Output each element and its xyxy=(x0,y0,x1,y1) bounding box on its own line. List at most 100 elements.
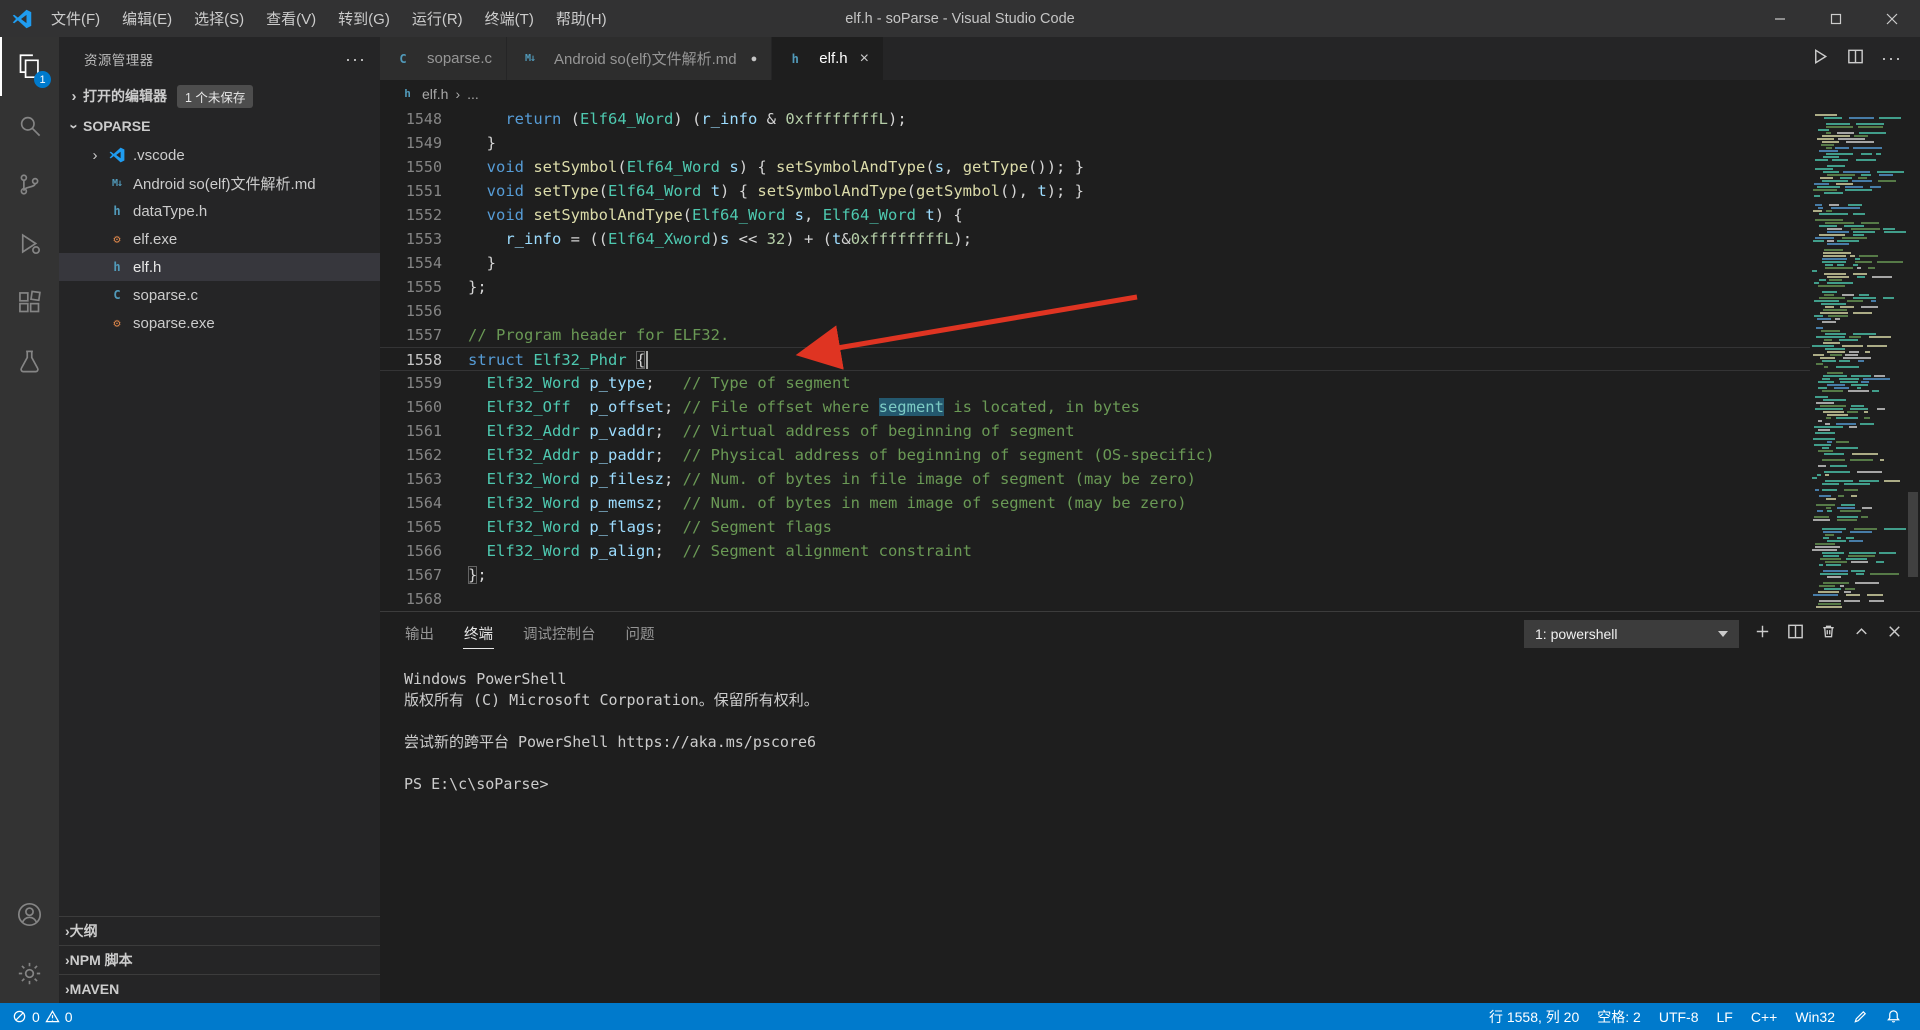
terminal-output[interactable]: Windows PowerShell 版权所有 (C) Microsoft Cor… xyxy=(380,655,1920,1003)
code-token: is located, in bytes xyxy=(943,398,1140,416)
cursor-position[interactable]: 行 1558, 列 20 xyxy=(1480,1007,1588,1027)
menu-item[interactable]: 运行(R) xyxy=(401,0,474,37)
minimap-row xyxy=(1810,600,1906,602)
code-token: Elf32_Off xyxy=(486,398,571,416)
explorer-more-actions-icon[interactable]: ··· xyxy=(345,49,366,70)
menu-item[interactable]: 转到(G) xyxy=(327,0,401,37)
indentation[interactable]: 空格: 2 xyxy=(1588,1007,1650,1027)
minimap[interactable] xyxy=(1810,107,1906,611)
editor-tab-2[interactable]: M↓ Android so(elf)文件解析.md ● xyxy=(507,37,773,80)
explorer-title: 资源管理器 xyxy=(84,53,154,68)
tabs-container: Csoparse.c M↓ Android so(elf)文件解析.md ● h elf.… xyxy=(380,37,884,80)
panel-tab-3[interactable]: 调试控制台 xyxy=(522,619,597,649)
new-terminal-icon[interactable] xyxy=(1753,622,1772,646)
file-tree-item[interactable]: Csoparse.c xyxy=(59,281,380,309)
close-window-button[interactable] xyxy=(1864,0,1920,37)
code-line: 1559 Elf32_Word p_type; // Type of segme… xyxy=(380,371,1810,395)
breadcrumb-more[interactable]: ... xyxy=(467,86,479,102)
minimap-row xyxy=(1810,531,1906,533)
code-editor[interactable]: 1548 return (Elf64_Word) (r_info & 0xfff… xyxy=(380,107,1920,611)
encoding[interactable]: UTF-8 xyxy=(1650,1009,1708,1025)
source-control-icon[interactable] xyxy=(0,155,59,214)
file-tree-item[interactable]: h dataType.h xyxy=(59,197,380,225)
split-editor-icon[interactable] xyxy=(1846,47,1865,71)
minimap-row xyxy=(1810,327,1906,329)
search-icon[interactable] xyxy=(0,96,59,155)
code-token: 32 xyxy=(766,230,786,248)
sidebar-section-1[interactable]: › 大纲 xyxy=(59,916,380,945)
minimap-row xyxy=(1810,510,1906,512)
modified-dot-icon[interactable]: ● xyxy=(751,53,758,65)
minimap-row xyxy=(1810,150,1906,152)
maximize-panel-icon[interactable] xyxy=(1852,622,1871,646)
minimap-row xyxy=(1810,180,1906,182)
project-root-soparse[interactable]: › SOPARSE xyxy=(59,111,380,141)
run-file-icon[interactable] xyxy=(1811,47,1830,71)
file-tree-item[interactable]: M↓ Android so(elf)文件解析.md xyxy=(59,169,380,197)
minimap-row xyxy=(1810,579,1906,581)
line-number: 1558 xyxy=(405,351,442,369)
kill-terminal-icon[interactable] xyxy=(1819,622,1838,646)
panel-tab-2[interactable]: 终端 xyxy=(463,619,494,649)
minimap-row xyxy=(1810,411,1906,413)
breadcrumb[interactable]: h elf.h › ... xyxy=(380,80,1920,107)
error-icon xyxy=(13,1010,26,1023)
breadcrumb-file[interactable]: elf.h xyxy=(422,86,448,102)
sidebar-section-3[interactable]: › MAVEN xyxy=(59,974,380,1003)
notifications-bell-icon[interactable] xyxy=(1877,1009,1910,1024)
file-tree-item[interactable]: ⚙ soparse.exe xyxy=(59,309,380,337)
minimap-row xyxy=(1810,198,1906,200)
language-mode[interactable]: C++ xyxy=(1742,1009,1786,1025)
restore-button[interactable] xyxy=(1808,0,1864,37)
close-panel-icon[interactable] xyxy=(1885,622,1904,646)
minimize-button[interactable] xyxy=(1752,0,1808,37)
settings-gear-icon[interactable] xyxy=(0,944,59,1003)
minimap-row xyxy=(1810,513,1906,515)
menu-item[interactable]: 文件(F) xyxy=(40,0,111,37)
account-icon[interactable] xyxy=(0,885,59,944)
code-text: }; xyxy=(442,563,487,587)
editor-more-actions-icon[interactable]: ··· xyxy=(1881,48,1902,69)
editor-scrollbar[interactable] xyxy=(1906,107,1920,611)
menu-item[interactable]: 终端(T) xyxy=(474,0,545,37)
warning-icon xyxy=(45,1010,60,1023)
minimap-row xyxy=(1810,546,1906,548)
line-number: 1552 xyxy=(405,206,442,224)
editor-tab-1[interactable]: Csoparse.c xyxy=(380,37,508,80)
menu-item[interactable]: 查看(V) xyxy=(255,0,327,37)
menu-item[interactable]: 帮助(H) xyxy=(545,0,618,37)
menu-item[interactable]: 选择(S) xyxy=(183,0,255,37)
code-token: Elf64_Word xyxy=(822,206,917,224)
feedback-pencil-icon[interactable] xyxy=(1844,1009,1877,1024)
file-tree-item[interactable]: ⚙ elf.exe xyxy=(59,225,380,253)
panel-tab-4[interactable]: 问题 xyxy=(625,619,656,649)
sidebar-section-2[interactable]: › NPM 脚本 xyxy=(59,945,380,974)
minimap-row xyxy=(1810,594,1906,596)
minimap-row xyxy=(1810,138,1906,140)
minimap-row xyxy=(1810,561,1906,563)
extensions-icon[interactable] xyxy=(0,273,59,332)
platform-target[interactable]: Win32 xyxy=(1786,1009,1844,1025)
explorer-icon[interactable]: 1 xyxy=(0,37,59,96)
line-number: 1567 xyxy=(405,566,442,584)
code-token: { xyxy=(636,351,646,369)
testing-icon[interactable] xyxy=(0,332,59,391)
eol-sequence[interactable]: LF xyxy=(1708,1009,1742,1025)
open-editors-section[interactable]: › 打开的编辑器 1 个未保存 xyxy=(59,81,380,111)
file-tree-item[interactable]: h elf.h xyxy=(59,253,380,281)
menu-item[interactable]: 编辑(E) xyxy=(111,0,183,37)
file-tree-item[interactable]: › .vscode xyxy=(59,141,380,169)
code-token: ; xyxy=(664,398,683,416)
code-token: 0xffffffffL xyxy=(785,110,888,128)
tab-close-icon[interactable]: × xyxy=(860,50,869,68)
code-token: ; xyxy=(654,446,683,464)
scrollbar-thumb[interactable] xyxy=(1908,492,1918,577)
editor-tab-3[interactable]: h elf.h × xyxy=(772,37,884,80)
line-number: 1561 xyxy=(405,422,442,440)
run-debug-icon[interactable] xyxy=(0,214,59,273)
problems-status[interactable]: 0 0 xyxy=(10,1009,73,1025)
panel-tab-1[interactable]: 输出 xyxy=(404,619,435,649)
terminal-shell-select[interactable]: 1: powershell xyxy=(1524,619,1739,648)
split-terminal-icon[interactable] xyxy=(1786,622,1805,646)
